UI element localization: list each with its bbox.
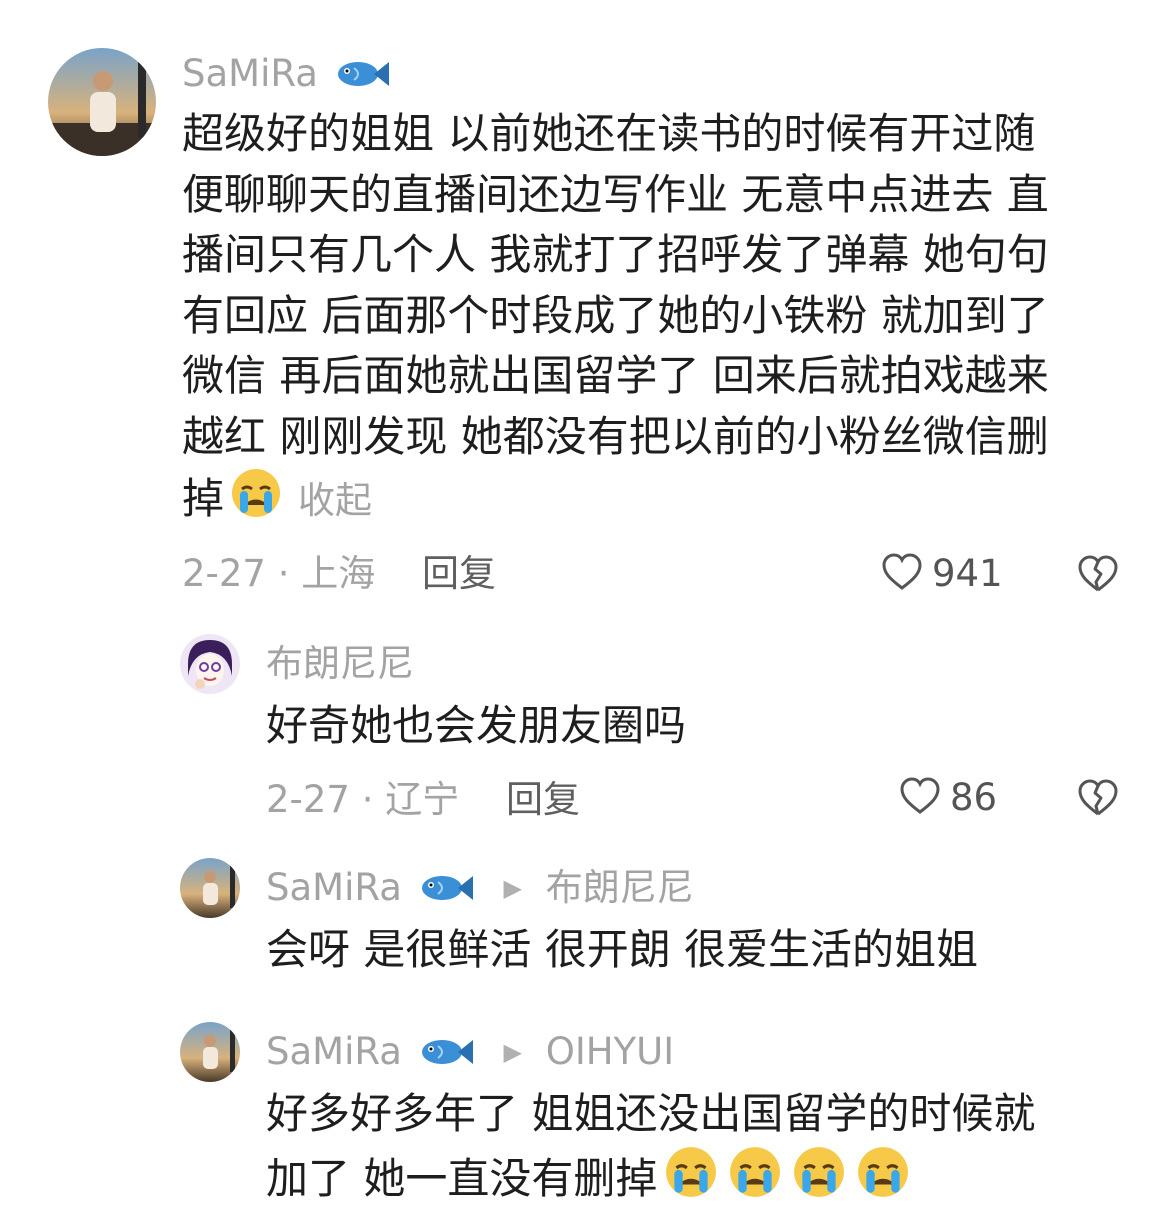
arrow-right-icon: ▶: [503, 874, 522, 902]
comment-author[interactable]: SaMiRa: [182, 52, 390, 100]
like-count: 86: [950, 776, 998, 819]
crying-emoji-icon: [789, 1145, 849, 1216]
comment-text: 好多好多年了 姐姐还没出国留学的时候就 加了 她一直没有删掉: [266, 1084, 1146, 1215]
comment-line: 超级好的姐姐 以前她还在读书的时候有开过随: [182, 109, 1036, 158]
comment-text: 超级好的姐姐 以前她还在读书的时候有开过随 便聊聊天的直播间还边写作业 无意中点…: [182, 104, 1142, 536]
comment-line: 便聊聊天的直播间还边写作业 无意中点进去 直: [182, 169, 1049, 219]
comment-author[interactable]: 布朗尼尼: [266, 642, 414, 686]
crying-emoji-icon: [661, 1145, 721, 1216]
fish-icon: [418, 870, 474, 914]
heart-icon: [880, 552, 924, 596]
author-name[interactable]: SaMiRa: [266, 866, 402, 909]
comment-line: 播间只有几个人 我就打了招呼发了弹幕 她句句: [182, 230, 1049, 279]
comment-text: 会呀 是很鲜活 很开朗 很爱生活的姐姐: [266, 925, 979, 974]
comment-author[interactable]: SaMiRa ▶ OIHYUI: [266, 1030, 674, 1078]
dislike-button[interactable]: [1076, 778, 1120, 822]
author-name[interactable]: SaMiRa: [266, 1030, 402, 1073]
broken-heart-icon: [1076, 779, 1120, 822]
comment-line-end: 掉: [182, 474, 225, 523]
crying-emoji-icon: [853, 1145, 913, 1216]
like-button[interactable]: 86: [898, 776, 997, 820]
date-location: 2-27 · 辽宁: [266, 778, 460, 821]
avatar-samira[interactable]: [180, 1022, 240, 1082]
arrow-right-icon: ▶: [503, 1038, 522, 1066]
reply-button[interactable]: 回复: [422, 552, 496, 596]
comment-line: 微信 再后面她就出国留学了 回来后就拍戏越来: [182, 351, 1049, 400]
like-count: 941: [932, 552, 1003, 595]
fish-icon: [418, 1034, 474, 1078]
comment-line: 有回应 后面那个时段成了她的小铁粉 就加到了: [182, 290, 1049, 340]
comment-line: 加了 她一直没有删掉: [266, 1145, 1146, 1216]
broken-heart-icon: [1076, 555, 1120, 598]
collapse-link[interactable]: 收起: [298, 479, 372, 522]
crying-emoji-icon: [228, 467, 284, 536]
date-location: 2-27 · 上海: [182, 552, 376, 595]
comment-line: 掉 收起: [182, 467, 1142, 536]
comment-meta: 2-27 · 辽宁: [266, 778, 459, 822]
comment-line: 好多好多年了 姐姐还没出国留学的时候就: [266, 1089, 1036, 1138]
dislike-button[interactable]: [1076, 554, 1120, 598]
comment-line-end: 加了 她一直没有删掉: [266, 1153, 658, 1203]
avatar-brownie[interactable]: [180, 634, 240, 694]
comment-text: 好奇她也会发朋友圈吗: [266, 701, 687, 750]
crying-emoji-icon: [725, 1145, 785, 1216]
reply-to-name[interactable]: 布朗尼尼: [546, 866, 694, 909]
avatar-samira[interactable]: [180, 858, 240, 918]
author-name[interactable]: SaMiRa: [182, 52, 318, 95]
avatar-samira[interactable]: [48, 48, 156, 156]
reply-button[interactable]: 回复: [506, 778, 580, 822]
fish-icon: [334, 56, 390, 100]
comment-author[interactable]: SaMiRa ▶ 布朗尼尼: [266, 866, 694, 914]
comment-meta: 2-27 · 上海: [182, 552, 375, 596]
comment-line: 越红 刚刚发现 她都没有把以前的小粉丝微信删: [182, 411, 1049, 461]
heart-icon: [898, 776, 942, 820]
like-button[interactable]: 941: [880, 552, 1003, 596]
reply-to-name[interactable]: OIHYUI: [546, 1030, 674, 1073]
